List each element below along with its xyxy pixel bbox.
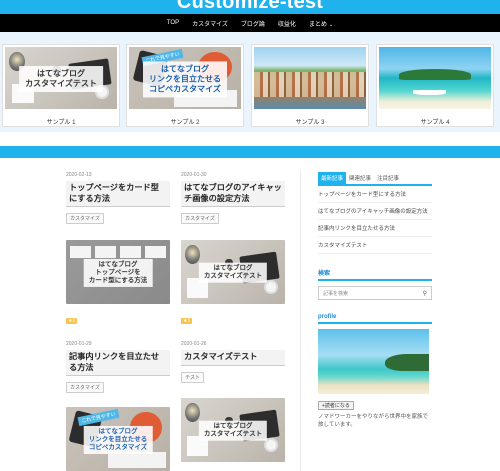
thumbnail-overlay-text: はてなブログ カスタマイズテスト <box>198 262 268 283</box>
star-badge: ★1 <box>66 318 78 324</box>
post-thumbnail[interactable]: はてなブログ トップページを カード型にする方法 <box>66 240 170 304</box>
nav-item-blog-theory[interactable]: ブログ論 <box>241 19 265 28</box>
slide-caption: サンプル 1 <box>46 120 76 126</box>
search-input[interactable]: 記事を検索 ⚲ <box>318 286 432 300</box>
post-thumbnail[interactable]: はてなブログ カスタマイズテスト <box>181 240 285 304</box>
carousel-slide-2[interactable]: これで見やすい はてなブログ リンクを目立たせる コピペカスタマイズ サンプル … <box>126 44 244 127</box>
desk-image: これで見やすい はてなブログ リンクを目立たせる コピペカスタマイズ <box>129 47 241 109</box>
post-thumbnail[interactable]: これで見やすい はてなブログ リンクを目立たせる コピペカスタマイズ <box>66 407 170 471</box>
post-date: 2020-02-13 <box>66 172 92 178</box>
article-list: 2020-02-13 トップページをカード型にする方法 カスタマイズ はてなブロ… <box>60 172 305 471</box>
column-divider <box>300 170 301 471</box>
tab-latest[interactable]: 最新記事 <box>318 172 347 184</box>
post-date: 2020-01-29 <box>66 341 92 347</box>
post-title[interactable]: 記事内リンクを目立たせる方法 <box>66 350 170 376</box>
post-title[interactable]: カスタマイズテスト <box>181 350 285 366</box>
thumbnail-overlay-text: はてなブログ カスタマイズテスト <box>198 420 268 441</box>
slide-caption: サンプル 2 <box>170 120 200 126</box>
category-tag[interactable]: テスト <box>181 371 205 383</box>
nav-item-top[interactable]: TOP <box>167 20 179 26</box>
list-item[interactable]: はてなブログのアイキャッチ画像の設定方法 <box>318 203 432 220</box>
thumbnail-overlay-text: はてなブログ カスタマイズテスト <box>19 66 103 93</box>
beach-photo <box>379 47 491 109</box>
thumbnail-overlay-text: はてなブログ トップページを カード型にする方法 <box>83 258 153 288</box>
post-title[interactable]: トップページをカード型にする方法 <box>66 181 170 207</box>
profile-heading: profile <box>318 314 432 324</box>
article-card[interactable]: 2020-01-30 はてなブログのアイキャッチ画像の設定方法 カスタマイズ <box>181 172 285 225</box>
follow-button[interactable]: +読者になる <box>318 401 354 410</box>
category-tag[interactable]: カスタマイズ <box>66 213 104 224</box>
search-icon[interactable]: ⚲ <box>423 290 427 297</box>
chevron-down-icon: ⌄ <box>328 21 334 28</box>
carousel-slide-3[interactable]: サンプル 3 <box>251 44 369 127</box>
category-tag[interactable]: カスタマイズ <box>66 382 104 393</box>
article-card[interactable]: 2020-01-26 カスタマイズテスト テスト <box>181 341 285 384</box>
list-item[interactable]: トップページをカード型にする方法 <box>318 186 432 203</box>
star-badge: ★1 <box>181 318 193 324</box>
site-title[interactable]: Customize-test <box>0 0 500 14</box>
sidebar-tabs: 最新記事 関連記事 注目記事 <box>318 172 432 186</box>
list-item[interactable]: カスタマイズテスト <box>318 237 432 254</box>
nav-item-summary-label: まとめ <box>308 21 327 28</box>
slide-thumbnail: はてなブログ カスタマイズテスト <box>5 47 117 109</box>
list-item[interactable]: 記事内リンクを目立たせる方法 <box>318 220 432 237</box>
thumbnail-overlay-text: はてなブログ リンクを目立たせる コピペカスタマイズ <box>83 425 153 455</box>
post-date: 2020-01-26 <box>181 341 207 347</box>
desk-image: はてなブログ カスタマイズテスト <box>5 47 117 109</box>
town-photo <box>254 47 366 109</box>
tab-featured[interactable]: 注目記事 <box>374 172 403 184</box>
slide-thumbnail <box>254 47 366 109</box>
post-title[interactable]: はてなブログのアイキャッチ画像の設定方法 <box>181 181 285 207</box>
slide-thumbnail: これで見やすい はてなブログ リンクを目立たせる コピペカスタマイズ <box>129 47 241 109</box>
slide-caption: サンプル 4 <box>420 120 450 126</box>
article-card[interactable]: 2020-01-29 記事内リンクを目立たせる方法 カスタマイズ <box>66 341 170 394</box>
thumbnail-overlay-text: はてなブログ リンクを目立たせる コピペカスタマイズ <box>143 61 227 98</box>
category-tag[interactable]: カスタマイズ <box>181 213 219 224</box>
search-module: 検索 記事を検索 ⚲ <box>318 268 432 300</box>
follow-label: 読者になる <box>324 403 350 409</box>
article-card[interactable]: 2020-02-13 トップページをカード型にする方法 カスタマイズ <box>66 172 170 225</box>
section-band <box>0 146 500 158</box>
nav-item-summary[interactable]: まとめ ⌄ <box>309 19 333 28</box>
post-date: 2020-01-30 <box>181 172 207 178</box>
slide-caption: サンプル 3 <box>295 120 325 126</box>
latest-list: トップページをカード型にする方法 はてなブログのアイキャッチ画像の設定方法 記事… <box>318 186 432 254</box>
nav-item-customize[interactable]: カスタマイズ <box>192 19 228 28</box>
profile-description: ノマドワーカーをやりながら世界中を家族で旅しています。 <box>318 414 429 428</box>
nav-item-monetize[interactable]: 収益化 <box>278 19 296 28</box>
global-nav: TOP カスタマイズ ブログ論 収益化 まとめ ⌄ <box>0 14 500 32</box>
sidebar: 最新記事 関連記事 注目記事 トップページをカード型にする方法 はてなブログのア… <box>318 172 432 430</box>
tab-related[interactable]: 関連記事 <box>346 172 375 184</box>
profile-module: profile +読者になる ノマドワーカーをやりながら世界中を家族で旅していま… <box>318 314 432 430</box>
featured-carousel: はてなブログ カスタマイズテスト サンプル 1 これで見やすい はてなブログ リ… <box>0 32 500 132</box>
carousel-slide-1[interactable]: はてなブログ カスタマイズテスト サンプル 1 <box>2 44 120 127</box>
carousel-slide-4[interactable]: サンプル 4 <box>376 44 494 127</box>
slide-thumbnail <box>379 47 491 109</box>
search-heading: 検索 <box>318 268 432 281</box>
search-placeholder: 記事を検索 <box>323 290 349 297</box>
profile-image <box>318 329 429 394</box>
post-thumbnail[interactable]: はてなブログ カスタマイズテスト <box>181 398 285 462</box>
site-header: Customize-test <box>0 0 500 14</box>
